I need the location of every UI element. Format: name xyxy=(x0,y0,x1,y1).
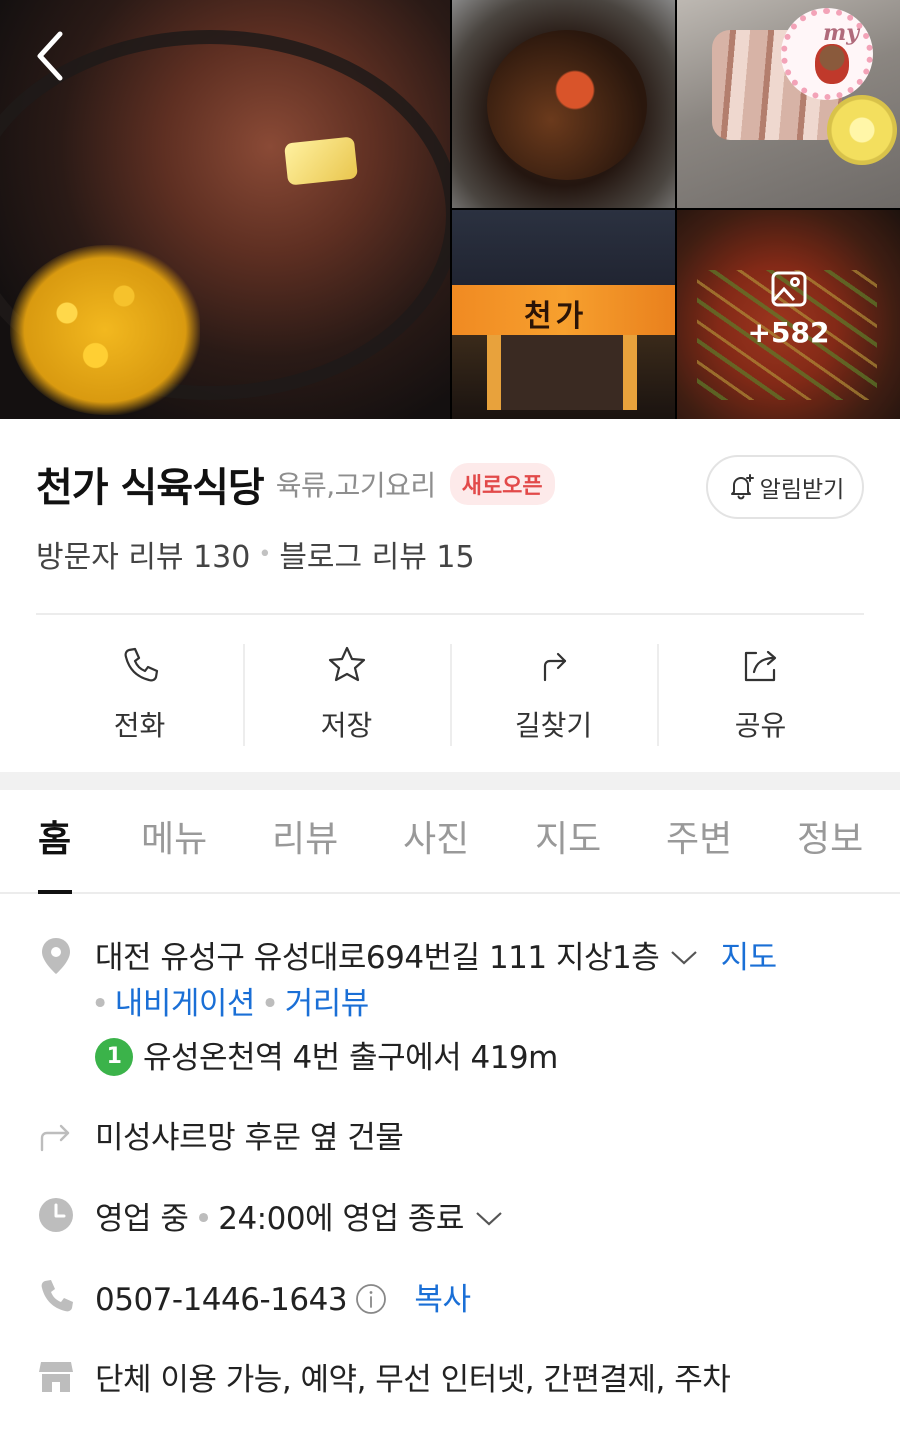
tab-info[interactable]: 정보 xyxy=(797,810,863,862)
notification-label: 알림받기 xyxy=(759,477,845,503)
title-row: 천가 식육식당 육류,고기요리 새로오픈 xyxy=(36,458,555,511)
photo-gallery: my 천가 +582 xyxy=(0,0,900,419)
divider xyxy=(36,613,864,615)
more-photos-indicator: +582 xyxy=(677,270,900,349)
bell-plus-icon xyxy=(730,474,754,500)
clock-icon xyxy=(39,1198,73,1232)
navigation-link[interactable]: 내비게이션 xyxy=(115,986,256,1022)
new-open-badge: 새로오픈 xyxy=(449,463,555,505)
directions-button[interactable]: 길찾기 xyxy=(450,640,657,748)
visitor-reviews-link[interactable]: 방문자 리뷰 130 xyxy=(36,532,250,576)
chevron-down-icon[interactable] xyxy=(669,947,699,967)
my-sticker: my xyxy=(781,8,873,100)
tab-reviews[interactable]: 리뷰 xyxy=(272,810,338,862)
active-tab-indicator xyxy=(38,890,72,894)
image-icon xyxy=(771,271,806,307)
tab-bar: 홈 메뉴 리뷰 사진 지도 주변 정보 xyxy=(0,790,900,894)
address-text[interactable]: 대전 유성구 유성대로694번길 111 지상1층 xyxy=(95,940,660,976)
place-name: 천가 식육식당 xyxy=(36,465,265,511)
streetview-link[interactable]: 거리뷰 xyxy=(285,986,370,1022)
station-distance: 유성온천역 4번 출구에서 419m xyxy=(143,1040,558,1076)
subway-line-badge: 1 xyxy=(95,1037,133,1076)
photo-storefront[interactable]: 천가 xyxy=(452,210,675,419)
storefront-sign: 천가 xyxy=(452,285,675,335)
directions-icon xyxy=(543,652,566,682)
tab-photos[interactable]: 사진 xyxy=(403,810,469,862)
phone-icon xyxy=(41,1280,73,1312)
tab-home[interactable]: 홈 xyxy=(38,810,71,862)
hours-status: 영업 중 xyxy=(95,1201,189,1237)
share-icon xyxy=(744,650,776,682)
hours-row: 영업 중 • 24:00에 영업 종료 xyxy=(36,1193,876,1237)
phone-icon xyxy=(124,647,158,682)
call-button[interactable]: 전화 xyxy=(36,640,243,748)
place-category: 육류,고기요리 xyxy=(275,469,436,502)
photo-more[interactable]: +582 xyxy=(677,210,900,419)
map-link[interactable]: 지도 xyxy=(721,940,778,976)
section-gap xyxy=(0,772,900,790)
directions-hint-row: 미성샤르망 후문 옆 건물 xyxy=(36,1112,876,1156)
tab-menu[interactable]: 메뉴 xyxy=(141,810,207,862)
blog-reviews-link[interactable]: 블로그 리뷰 15 xyxy=(279,532,474,576)
copy-button[interactable]: 복사 xyxy=(414,1282,471,1318)
chevron-down-icon[interactable] xyxy=(474,1208,504,1228)
amenities-text: 단체 이용 가능, 예약, 무선 인터넷, 간편결제, 주차 xyxy=(95,1362,731,1398)
directions-hint-text: 미성샤르망 후문 옆 건물 xyxy=(95,1120,404,1156)
tab-nearby[interactable]: 주변 xyxy=(666,810,732,862)
photo-pork-belly[interactable]: my xyxy=(677,0,900,208)
amenities-row: 단체 이용 가능, 예약, 무선 인터넷, 간편결제, 주차 xyxy=(36,1354,876,1398)
phone-number[interactable]: 0507-1446-1643 xyxy=(95,1282,348,1318)
photo-noodles[interactable] xyxy=(452,0,675,208)
phone-row: 0507-1446-1643 복사 xyxy=(36,1274,876,1318)
save-button[interactable]: 저장 xyxy=(243,640,450,748)
separator-dot: • xyxy=(258,541,272,567)
info-icon[interactable] xyxy=(355,1283,387,1315)
store-icon xyxy=(39,1362,73,1392)
review-summary: 방문자 리뷰 130 • 블로그 리뷰 15 xyxy=(36,532,475,576)
back-arrow-icon[interactable] xyxy=(28,28,76,84)
notification-button[interactable]: 알림받기 xyxy=(706,455,864,519)
address-row: 대전 유성구 유성대로694번길 111 지상1층 지도 • 내비게이션 • 거리뷰 … xyxy=(36,932,876,1076)
more-photos-count: +582 xyxy=(747,316,830,349)
turn-arrow-icon xyxy=(40,1124,70,1152)
share-button[interactable]: 공유 xyxy=(657,640,864,748)
star-icon xyxy=(328,646,365,682)
location-pin-icon xyxy=(42,938,70,974)
action-bar: 전화 저장 길찾기 공유 xyxy=(36,640,864,748)
tab-map[interactable]: 지도 xyxy=(535,810,601,862)
hours-detail[interactable]: 24:00에 영업 종료 xyxy=(218,1201,464,1237)
